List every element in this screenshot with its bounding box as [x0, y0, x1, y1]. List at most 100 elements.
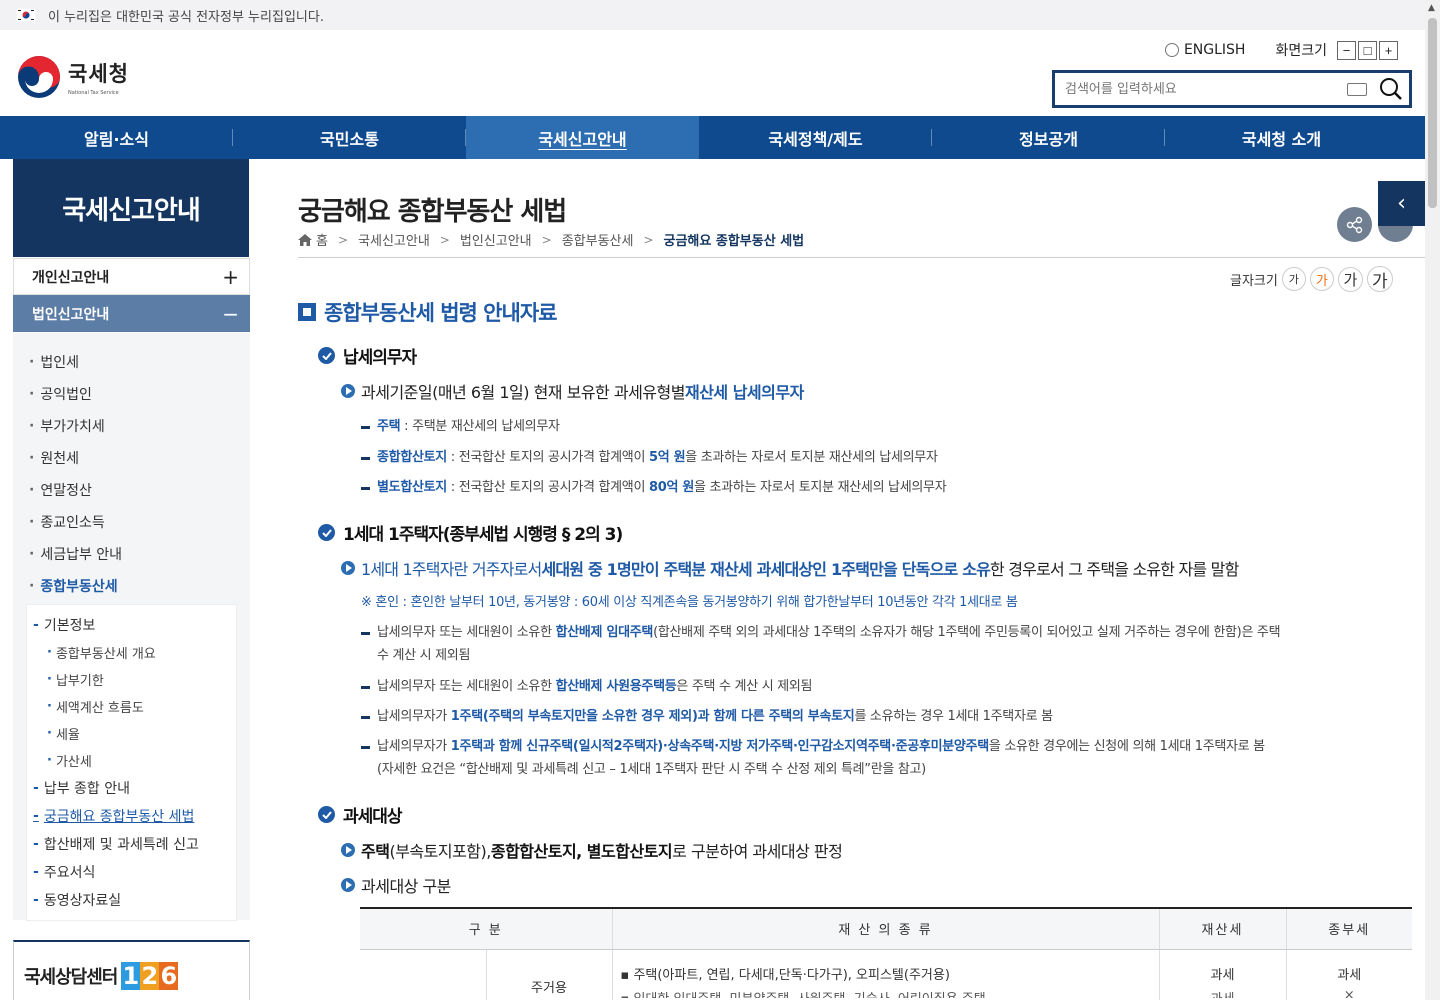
menu-overview[interactable]: 종합부동산세 개요 [33, 639, 236, 666]
list-item: 납세의무자 또는 세대원이 소유한 합산배제 사원용주택등은 주택 수 계산 시… [361, 675, 812, 698]
scrollbar[interactable]: ▲ [1425, 0, 1440, 1000]
nav-disclosure[interactable]: 정보공개 [932, 116, 1165, 159]
sidebar-nav: 개인신고안내 + 법인신고안내 − 법인세 공익법인 부가가치세 원천세 연말정… [13, 258, 250, 921]
note-text: ※ 혼인 : 혼인한 날부터 10년, 동거봉양 : 60세 이상 직계존속을 … [361, 595, 1018, 610]
text: 과세기준일(매년 6월 1일) 현재 보유한 과세유형별 [361, 383, 685, 402]
breadcrumb-home[interactable]: 홈 [298, 230, 328, 249]
font-size-s-button[interactable]: 가 [1309, 267, 1334, 291]
share-button[interactable] [1337, 207, 1372, 242]
call-digit: 2 [140, 961, 160, 990]
table-cell: 과세 과세 [1158, 949, 1286, 1000]
sidebar-third-menu: 기본정보 종합부동산세 개요 납부기한 세액계산 흐름도 세율 가산세 납부 종… [26, 604, 237, 921]
side-panel-toggle[interactable]: ‹ [1378, 181, 1425, 226]
page-title: 궁금해요 종합부동산 세법 [298, 197, 567, 227]
breadcrumb-item[interactable]: 법인신고안내 [460, 230, 532, 249]
nav-label: 국세청 소개 [1241, 129, 1322, 149]
sidebar-sub-comprehensive-realty[interactable]: 종합부동산세 [29, 570, 250, 602]
table-row: 주거용 ▪ 주택(아파트, 연립, 다세대,단독·다가구), 오피스텔(주거용)… [360, 949, 1412, 1000]
call-digit: 1 [121, 961, 141, 990]
taxable-table: 구 분 재 산 의 종 류 재산세 종부세 주거용 ▪ 주택(아파트, 연립, … [360, 907, 1412, 1000]
sidebar-item-personal[interactable]: 개인신고안내 + [13, 258, 250, 295]
plus-icon: + [222, 264, 239, 289]
heading-text: 과세대상 [343, 807, 403, 827]
menu-due-date[interactable]: 납부기한 [33, 666, 236, 693]
nav-label: 국세정책/제도 [768, 129, 863, 149]
scroll-up-icon[interactable]: ▲ [1428, 3, 1435, 13]
zoom-reset-button[interactable]: □ [1358, 40, 1377, 60]
breadcrumb-label: 홈 [316, 234, 328, 249]
menu-faq-law[interactable]: 궁금해요 종합부동산 세법 [33, 802, 236, 830]
chevron-left-icon: ‹ [1397, 191, 1406, 216]
korea-flag-icon [16, 8, 36, 22]
call-center-number: 1 2 6 [121, 961, 179, 990]
scrollbar-thumb[interactable] [1428, 18, 1437, 208]
menu-calc-flow[interactable]: 세액계산 흐름도 [33, 693, 236, 720]
table-cell: ▪ 주택(아파트, 연립, 다세대,단독·다가구), 오피스텔(주거용) ▪ 임… [611, 949, 1159, 1000]
section-title-text: 종합부동산세 법령 안내자료 [324, 301, 557, 325]
check-circle-icon [318, 806, 335, 823]
header: 국세청 National Tax Service ENGLISH 화면크기 − … [0, 30, 1425, 116]
sidebar-sub-religious[interactable]: 종교인소득 [29, 506, 250, 538]
list-item: 납세의무자가 1주택(주택의 부속토지만을 소유한 경우 제외)과 함께 다른 … [361, 705, 1053, 728]
menu-penalty[interactable]: 가산세 [33, 747, 236, 774]
chevron-right-icon: > [337, 232, 349, 247]
sidebar-sub-corporate-tax[interactable]: 법인세 [29, 346, 250, 378]
font-size-m-button[interactable]: 가 [1337, 266, 1363, 292]
sidebar-sub-year-end[interactable]: 연말정산 [29, 474, 250, 506]
taxpayer-desc: 과세기준일(매년 6월 1일) 현재 보유한 과세유형별 재산세 납세의무자 [341, 379, 804, 403]
font-size-xs-button[interactable]: 가 [1281, 267, 1306, 291]
list-item: 납세의무자가 1주택과 함께 신규주택(일시적2주택자)·상속주택·지방 저가주… [361, 735, 1411, 781]
zoom-in-button[interactable]: + [1379, 40, 1398, 60]
font-size-control: 글자크기 가 가 가 가 [1230, 266, 1393, 292]
font-size-l-button[interactable]: 가 [1366, 266, 1393, 292]
breadcrumb-item[interactable]: 종합부동산세 [562, 230, 634, 249]
table-cell: 과세 × [1285, 949, 1412, 1000]
table-header: 종부세 [1285, 907, 1412, 950]
sidebar-sub-vat[interactable]: 부가가치세 [29, 410, 250, 442]
nav-label: 국민소통 [320, 129, 379, 149]
sidebar-item-corporate[interactable]: 법인신고안내 − [13, 295, 250, 332]
heading-text: 1세대 1주택자(종부세법 시행령 § 2의 3) [343, 525, 623, 545]
menu-tax-rate[interactable]: 세율 [33, 720, 236, 747]
menu-exclusion-report[interactable]: 합산배제 및 과세특례 신고 [33, 830, 236, 858]
breadcrumb-item[interactable]: 국세신고안내 [358, 230, 430, 249]
table-header: 재산세 [1158, 907, 1286, 950]
gov-banner: 이 누리집은 대한민국 공식 전자정부 누리집입니다. [0, 0, 1425, 30]
nav-tax-policy[interactable]: 국세정책/제도 [699, 116, 932, 159]
search-icon[interactable] [1379, 77, 1403, 101]
minus-icon: − [222, 301, 239, 326]
nav-communication[interactable]: 국민소통 [233, 116, 466, 159]
table-header: 구 분 [360, 907, 612, 950]
nav-label: 국세신고안내 [538, 129, 627, 149]
menu-basic-info[interactable]: 기본정보 [33, 611, 236, 639]
chevron-right-icon: > [439, 232, 450, 247]
nav-notice[interactable]: 알림·소식 [0, 116, 233, 159]
english-label: ENGLISH [1183, 42, 1246, 58]
english-link[interactable]: ENGLISH [1164, 42, 1246, 58]
nav-label: 알림·소식 [84, 129, 149, 149]
main-nav: 알림·소식 국민소통 국세신고안내 국세정책/제도 정보공개 국세청 소개 [0, 116, 1425, 159]
menu-payment-guide[interactable]: 납부 종합 안내 [33, 774, 236, 802]
call-center-banner[interactable]: 국세상담센터 1 2 6 [13, 940, 250, 1000]
chevron-right-icon: > [541, 232, 552, 247]
list-item: 주택 : 주택분 재산세의 납세의무자 [361, 415, 560, 438]
zoom-out-button[interactable]: − [1337, 40, 1356, 60]
play-circle-icon [341, 561, 355, 575]
nav-tax-filing[interactable]: 국세신고안내 [466, 116, 699, 159]
sidebar-sub-payment[interactable]: 세금납부 안내 [29, 538, 250, 570]
search-input[interactable] [1065, 81, 1347, 97]
search-box [1052, 70, 1412, 108]
breadcrumb-current: 궁금해요 종합부동산 세법 [663, 234, 805, 249]
menu-videos[interactable]: 동영상자료실 [33, 886, 236, 914]
table-cell: 주거용 [485, 949, 612, 1000]
menu-forms[interactable]: 주요서식 [33, 858, 236, 886]
sidebar-sub-withholding[interactable]: 원천세 [29, 442, 250, 474]
nav-about[interactable]: 국세청 소개 [1165, 116, 1398, 159]
nts-logo-icon [18, 56, 60, 98]
nts-logo[interactable]: 국세청 National Tax Service [16, 54, 129, 100]
virtual-keyboard-icon[interactable] [1347, 82, 1367, 96]
font-size-label: 글자크기 [1230, 273, 1278, 289]
sidebar-sub-public-corp[interactable]: 공익법인 [29, 378, 250, 410]
check-circle-icon [318, 524, 335, 541]
sidebar-title: 국세신고안내 [13, 159, 249, 257]
